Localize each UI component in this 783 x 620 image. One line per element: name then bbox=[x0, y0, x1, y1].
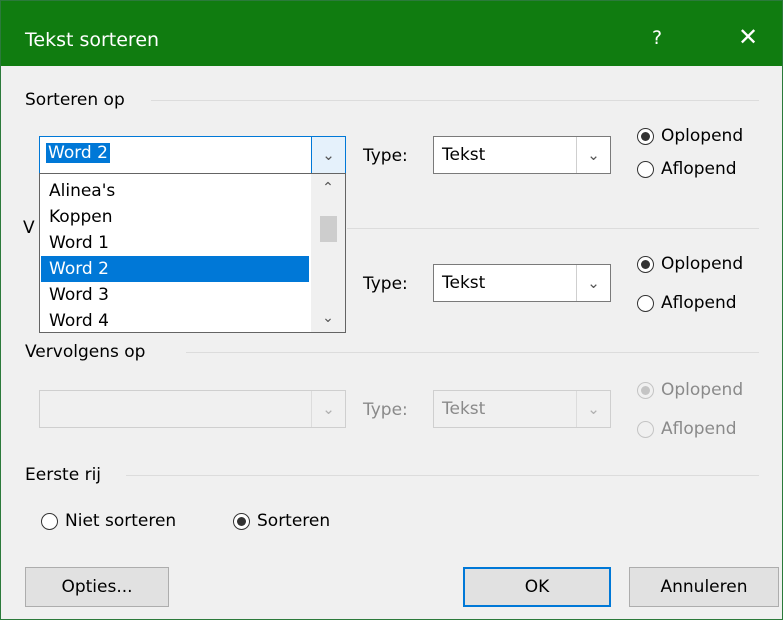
field-dropdown-list: Alinea's Koppen Word 1 Word 2 Word 3 Wor… bbox=[39, 173, 346, 333]
close-icon[interactable]: ✕ bbox=[735, 23, 761, 51]
then-by-2-descending-radio[interactable]: Aflopend bbox=[637, 419, 737, 439]
chevron-down-icon[interactable]: ⌄ bbox=[576, 391, 610, 427]
chevron-down-icon[interactable]: ⌄ bbox=[576, 137, 610, 173]
no-sort-label: Niet sorteren bbox=[65, 511, 177, 531]
radio-unselected-icon bbox=[637, 294, 654, 312]
sort-by-descending-label: Aflopend bbox=[661, 159, 737, 179]
list-item-selected[interactable]: Word 2 bbox=[41, 256, 309, 282]
then-by-2-type-select[interactable]: Tekst ⌄ bbox=[433, 390, 611, 428]
chevron-down-icon[interactable]: ⌄ bbox=[311, 391, 345, 427]
radio-selected-icon bbox=[637, 255, 654, 273]
radio-selected-icon bbox=[233, 512, 250, 530]
then-by-2-type-value: Tekst bbox=[442, 399, 486, 419]
then-by-2-descending-label: Aflopend bbox=[661, 419, 737, 439]
radio-unselected-icon bbox=[41, 512, 58, 530]
list-item[interactable]: Word 1 bbox=[41, 230, 309, 256]
then-by-1-type-value: Tekst bbox=[442, 273, 486, 293]
then-by-1-divider bbox=[347, 228, 759, 229]
sort-by-field-value: Word 2 bbox=[46, 143, 110, 163]
list-item[interactable]: Koppen bbox=[41, 204, 309, 230]
sort-by-ascending-radio[interactable]: Oplopend bbox=[637, 126, 743, 146]
title-bar: Tekst sorteren ? ✕ bbox=[1, 1, 782, 66]
dialog-title: Tekst sorteren bbox=[25, 29, 160, 51]
list-item[interactable]: Word 4 bbox=[41, 308, 309, 331]
sort-header-radio[interactable]: Sorteren bbox=[233, 511, 330, 531]
then-by-2-label: Vervolgens op bbox=[25, 342, 146, 362]
cancel-button[interactable]: Annuleren bbox=[629, 567, 779, 607]
then-by-2-type-label: Type: bbox=[363, 400, 408, 420]
radio-unselected-icon bbox=[637, 160, 654, 178]
radio-selected-icon bbox=[637, 127, 654, 145]
help-icon[interactable]: ? bbox=[646, 27, 668, 49]
then-by-1-label: V bbox=[23, 218, 35, 238]
then-by-2-ascending-radio[interactable]: Oplopend bbox=[637, 380, 743, 400]
then-by-2-divider bbox=[186, 352, 759, 353]
then-by-1-type-select[interactable]: Tekst ⌄ bbox=[433, 264, 611, 302]
radio-selected-icon bbox=[637, 381, 654, 399]
sort-by-ascending-label: Oplopend bbox=[661, 126, 744, 146]
then-by-1-ascending-label: Oplopend bbox=[661, 254, 744, 274]
sort-by-label: Sorteren op bbox=[25, 90, 125, 110]
then-by-1-descending-radio[interactable]: Aflopend bbox=[637, 293, 737, 313]
chevron-down-icon[interactable]: ⌄ bbox=[311, 306, 345, 330]
sort-text-dialog: Tekst sorteren ? ✕ Sorteren op Word 2 ⌄ … bbox=[0, 0, 783, 620]
then-by-2-field-select[interactable]: ⌄ bbox=[39, 390, 346, 428]
header-row-divider bbox=[126, 475, 759, 476]
sort-header-label: Sorteren bbox=[257, 511, 331, 531]
sort-by-type-value: Tekst bbox=[442, 145, 486, 165]
sort-by-descending-radio[interactable]: Aflopend bbox=[637, 159, 737, 179]
sort-by-type-label: Type: bbox=[363, 146, 408, 166]
header-row-label: Eerste rij bbox=[25, 465, 102, 485]
list-item[interactable]: Word 3 bbox=[41, 282, 309, 308]
sort-by-divider bbox=[151, 100, 759, 101]
chevron-down-icon[interactable]: ⌄ bbox=[576, 265, 610, 301]
radio-unselected-icon bbox=[637, 420, 654, 438]
chevron-down-icon[interactable]: ⌄ bbox=[311, 137, 345, 173]
list-scrollbar[interactable]: ⌃ ⌄ bbox=[311, 174, 345, 332]
chevron-up-icon[interactable]: ⌃ bbox=[311, 176, 345, 200]
options-button[interactable]: Opties... bbox=[25, 567, 169, 607]
ok-button[interactable]: OK bbox=[463, 567, 611, 607]
no-sort-radio[interactable]: Niet sorteren bbox=[41, 511, 176, 531]
sort-by-field-select[interactable]: Word 2 ⌄ bbox=[39, 136, 346, 174]
then-by-1-type-label: Type: bbox=[363, 274, 408, 294]
scroll-thumb[interactable] bbox=[320, 216, 337, 242]
then-by-1-descending-label: Aflopend bbox=[661, 293, 737, 313]
then-by-1-ascending-radio[interactable]: Oplopend bbox=[637, 254, 743, 274]
list-item[interactable]: Alinea's bbox=[41, 178, 309, 204]
sort-by-type-select[interactable]: Tekst ⌄ bbox=[433, 136, 611, 174]
then-by-2-ascending-label: Oplopend bbox=[661, 380, 744, 400]
